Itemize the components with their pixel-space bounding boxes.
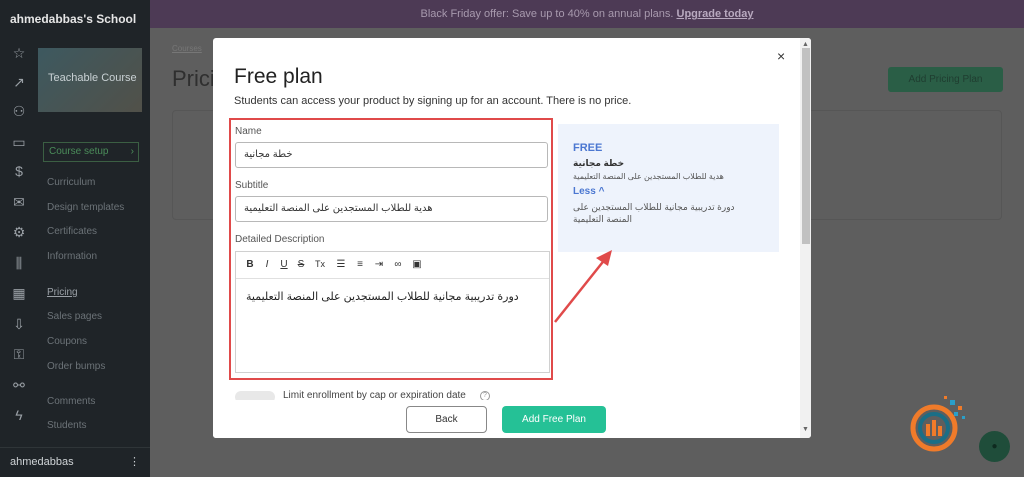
star-icon[interactable]: ☆ (8, 42, 30, 64)
image-icon[interactable]: ▣ (411, 259, 423, 270)
users-icon[interactable]: ⚇ (8, 100, 30, 122)
page-title: Prici (172, 66, 215, 91)
link-icon[interactable]: ∞ (392, 259, 404, 270)
calendar-icon[interactable]: ▦ (8, 282, 30, 304)
modal-scrollbar[interactable]: ▲ ▼ (800, 38, 811, 438)
devices-icon[interactable]: ▭ (8, 131, 30, 153)
clear-format-icon[interactable]: Tx (314, 259, 326, 269)
sidebar: ahmedabbas's School ☆ ↗ ⚇ ▭ $ ✉ ⚙ ⫼ ▦ ⇩ … (0, 0, 150, 477)
add-free-plan-button[interactable]: Add Free Plan (502, 406, 606, 433)
name-label: Name (235, 126, 262, 137)
strikethrough-icon[interactable]: S (295, 259, 307, 270)
bold-icon[interactable]: B (244, 259, 256, 270)
close-icon[interactable]: × (777, 48, 785, 64)
sidebar-item-pricing[interactable]: Pricing (47, 287, 78, 298)
sidebar-item-sales-pages[interactable]: Sales pages (47, 311, 102, 322)
icon-rail: ☆ ↗ ⚇ ▭ $ ✉ ⚙ ⫼ ▦ ⇩ ⚿ ⚯ ϟ (0, 38, 38, 438)
subtitle-field[interactable]: هدية للطلاب المستجدين على المنصة التعليم… (235, 196, 548, 222)
banner-text: Black Friday offer: Save up to 40% on an… (420, 8, 674, 20)
free-plan-modal: × Free plan Students can access your pro… (213, 38, 811, 438)
plan-form-highlight: Name خطة مجانية Subtitle هدية للطلاب الم… (229, 118, 553, 380)
sidebar-item-coupons[interactable]: Coupons (47, 336, 87, 347)
sidebar-item-design-templates[interactable]: Design templates (47, 202, 124, 213)
school-name[interactable]: ahmedabbas's School (0, 0, 150, 38)
brand-logo (910, 396, 965, 452)
sidebar-item-students[interactable]: Students (47, 420, 86, 431)
download-icon[interactable]: ⇩ (8, 313, 30, 335)
sitemap-icon[interactable]: ⚯ (8, 374, 30, 396)
chevron-right-icon: › (130, 146, 134, 157)
bullet-list-icon[interactable]: ≡ (354, 259, 366, 270)
scrollbar-thumb[interactable] (802, 48, 810, 244)
mail-icon[interactable]: ✉ (8, 191, 30, 213)
name-field[interactable]: خطة مجانية (235, 142, 548, 168)
back-button[interactable]: Back (406, 406, 487, 433)
editor-toolbar: B I U S Tx ☰ ≡ ⇥ ∞ ▣ (236, 252, 549, 279)
scroll-down-icon[interactable]: ▼ (802, 426, 809, 433)
more-vertical-icon[interactable]: ⋮ (129, 455, 140, 468)
sidebar-item-certificates[interactable]: Certificates (47, 226, 97, 237)
underline-icon[interactable]: U (278, 259, 290, 270)
modal-footer: Back Add Free Plan (213, 400, 800, 438)
sidebar-item-order-bumps[interactable]: Order bumps (47, 361, 105, 372)
trend-icon[interactable]: ↗ (8, 71, 30, 93)
bolt-icon[interactable]: ϟ (8, 404, 30, 426)
ordered-list-icon[interactable]: ☰ (335, 259, 347, 270)
course-setup-label: Course setup (49, 146, 109, 157)
preview-description: دورة تدريبية مجانية للطلاب المستجدين على… (573, 202, 735, 224)
subtitle-label: Subtitle (235, 180, 269, 191)
preview-price: FREE (573, 142, 603, 154)
key-icon[interactable]: ⚿ (8, 343, 30, 365)
scroll-up-icon[interactable]: ▲ (802, 41, 809, 48)
indent-icon[interactable]: ⇥ (373, 259, 385, 270)
course-setup-dropdown[interactable]: Course setup › (43, 142, 139, 162)
add-pricing-plan-button[interactable]: Add Pricing Plan (888, 67, 1003, 92)
plan-preview-card: FREE خطة مجانية هدية للطلاب المستجدين عل… (558, 124, 779, 252)
sidebar-item-comments[interactable]: Comments (47, 396, 95, 407)
preview-name: خطة مجانية (573, 158, 625, 168)
course-thumb-label: Teachable Course (48, 72, 137, 84)
promo-banner: Black Friday offer: Save up to 40% on an… (150, 0, 1024, 28)
description-text: دورة تدريبية مجانية للطلاب المستجدين على… (246, 291, 519, 303)
preview-subtitle: هدية للطلاب المستجدين على المنصة التعليم… (573, 172, 724, 181)
breadcrumb[interactable]: Courses (172, 44, 202, 53)
modal-subtitle: Students can access your product by sign… (234, 95, 632, 107)
help-chat-button[interactable]: ● (979, 431, 1010, 462)
subtitle-field-value: هدية للطلاب المستجدين على المنصة التعليم… (244, 203, 433, 214)
sidebar-item-curriculum[interactable]: Curriculum (47, 177, 95, 188)
dollar-icon[interactable]: $ (8, 160, 30, 182)
italic-icon[interactable]: I (261, 259, 273, 270)
upgrade-link[interactable]: Upgrade today (677, 8, 754, 20)
library-icon[interactable]: ⫼ (8, 252, 30, 274)
name-field-value: خطة مجانية (244, 149, 293, 160)
course-thumbnail: Teachable Course (38, 48, 142, 112)
user-menu[interactable]: ahmedabbas ⋮ (0, 447, 150, 477)
user-name: ahmedabbas (10, 456, 74, 468)
preview-less-toggle[interactable]: Less ^ (573, 186, 604, 197)
modal-title: Free plan (234, 65, 323, 88)
gear-icon[interactable]: ⚙ (8, 221, 30, 243)
description-editor[interactable]: B I U S Tx ☰ ≡ ⇥ ∞ ▣ دورة تدريبية مجانية… (235, 251, 550, 373)
description-label: Detailed Description (235, 234, 325, 245)
sidebar-item-information[interactable]: Information (47, 251, 97, 262)
